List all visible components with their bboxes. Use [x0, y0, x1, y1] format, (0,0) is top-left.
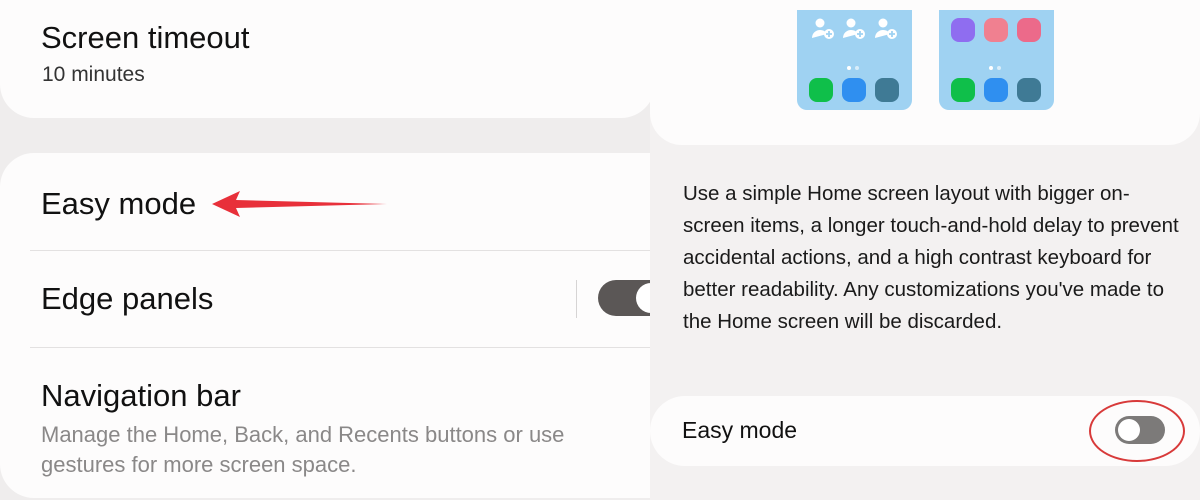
easy-mode-setting-label: Easy mode	[682, 417, 798, 443]
screen-timeout-title: Screen timeout	[41, 20, 250, 55]
app-icon	[984, 18, 1008, 42]
app-icon	[1017, 18, 1041, 42]
navigation-bar-description: Manage the Home, Back, and Recents butto…	[41, 422, 565, 477]
add-contact-icon	[812, 18, 834, 39]
add-contact-icon	[875, 18, 897, 39]
navigation-bar-title: Navigation bar	[41, 378, 241, 413]
page-indicator-dot	[997, 66, 1001, 70]
edge-panels-title: Edge panels	[41, 281, 214, 316]
app-icon	[1017, 78, 1041, 102]
app-icon	[984, 78, 1008, 102]
page-indicator-dot	[989, 66, 993, 70]
easy-mode-preview	[650, 0, 1200, 145]
app-icon	[951, 18, 975, 42]
easy-mode-setting-row[interactable]: Easy mode	[650, 396, 1200, 466]
page-indicator-dot	[855, 66, 859, 70]
red-arrow-annotation	[212, 191, 387, 217]
toggle-separator	[576, 280, 577, 318]
screen-timeout-value: 10 minutes	[42, 63, 145, 86]
settings-list-panel: Screen timeout 10 minutes Easy mode Edge…	[0, 0, 655, 500]
edge-panels-row[interactable]: Edge panels	[0, 251, 655, 347]
screen-timeout-card[interactable]: Screen timeout 10 minutes	[0, 0, 655, 118]
app-icon	[875, 78, 899, 102]
easy-mode-title: Easy mode	[41, 186, 197, 221]
add-contact-icon	[843, 18, 865, 39]
edge-panels-toggle[interactable]	[598, 280, 655, 316]
navigation-bar-row[interactable]: Navigation bar Manage the Home, Back, an…	[0, 348, 655, 498]
standard-layout-preview	[797, 10, 912, 110]
easy-mode-panel: Use a simple Home screen layout with big…	[650, 0, 1200, 500]
easy-mode-description: Use a simple Home screen layout with big…	[683, 182, 1179, 333]
app-icon	[951, 78, 975, 102]
red-circle-annotation	[1089, 400, 1185, 462]
app-icon	[842, 78, 866, 102]
easy-layout-preview	[939, 10, 1054, 110]
page-indicator-dot	[847, 66, 851, 70]
app-icon	[809, 78, 833, 102]
